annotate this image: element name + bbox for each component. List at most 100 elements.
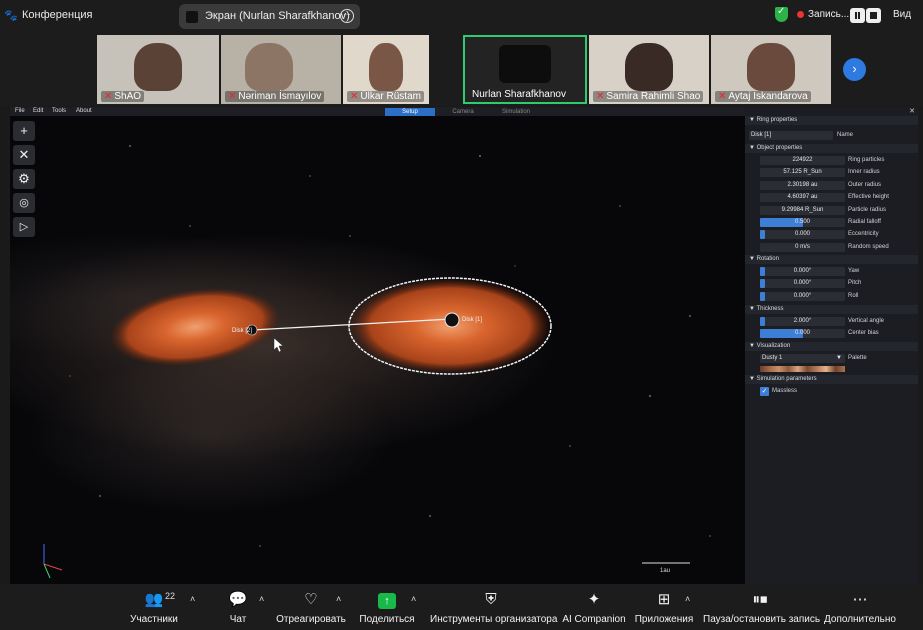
menu-tools[interactable]: Tools (52, 108, 66, 114)
object-property-value: 4.60397 au (787, 194, 818, 201)
pause-stop-recording-button[interactable]: ⏸⏹ Пауза/остановить запись (703, 590, 820, 626)
play-simulation-button[interactable]: ▷ (13, 217, 35, 237)
share-label: Поделиться (359, 614, 415, 625)
rotation-property-value: 0.000° (793, 280, 812, 287)
pause-recording-button[interactable] (850, 8, 865, 23)
muted-mic-icon: ✕ (350, 91, 359, 102)
thickness-property-label: Center bias (848, 330, 879, 337)
menu-about[interactable]: About (76, 108, 92, 114)
massless-checkbox[interactable]: ✓ (760, 387, 769, 396)
participant-video (498, 45, 552, 83)
object-property-field[interactable]: 0.500 (760, 218, 845, 227)
apps-caret-icon[interactable]: ˄ (685, 594, 690, 604)
panel-title: ▼ Ring properties (745, 116, 918, 125)
more-options-icon[interactable]: ··· (340, 9, 354, 23)
participant-tile[interactable]: ✕ ShAO (97, 35, 219, 104)
chat-caret-icon[interactable]: ˄ (259, 594, 264, 604)
sparkle-icon: ✦ (587, 591, 601, 608)
screen-share-indicator[interactable]: Экран (Nurlan Sharafkhanov) ··· (179, 4, 360, 29)
object-property-label: Eccentricity (848, 231, 879, 238)
participant-tile[interactable]: ✕ Samira Rahimli Shao (589, 35, 709, 104)
react-label: Отреагировать (276, 614, 346, 625)
participant-name: ✕ Nəriman İsmayılov (225, 91, 325, 102)
next-page-arrow-icon[interactable]: › (843, 58, 866, 81)
view-menu[interactable]: Вид (893, 9, 911, 20)
object-property-field[interactable]: 57.125 R_Sun (760, 168, 845, 178)
object-property-value: 0.500 (794, 219, 810, 225)
participants-count: 22 (165, 591, 176, 601)
palette-select[interactable]: Dusty 1 ▼ (760, 354, 845, 363)
ai-companion-button[interactable]: ✦ AI Companion (562, 590, 626, 626)
mouse-cursor-icon (273, 337, 284, 353)
section-rotation[interactable]: ▼ Rotation (745, 255, 918, 264)
object-property-label: Particle radius (848, 206, 887, 213)
object-name-field[interactable]: Disk [1] (749, 131, 833, 140)
screenshot-camera-icon[interactable]: ◎ (13, 193, 35, 213)
participant-name: ✕ Samira Rahimli Shao (593, 91, 704, 102)
section-thickness[interactable]: ▼ Thickness (745, 305, 918, 314)
meeting-title: Конференция (22, 9, 93, 21)
participants-caret-icon[interactable]: ˄ (190, 594, 195, 604)
dropdown-arrow-icon: ▼ (836, 355, 842, 361)
security-shield-icon (775, 6, 788, 22)
object-property-label: Outer radius (848, 181, 882, 188)
thickness-property-field[interactable]: 0.000 (760, 329, 845, 339)
thickness-property-field[interactable]: 2.000° (760, 317, 845, 326)
shield-icon: ⛨ (485, 591, 497, 608)
add-object-button[interactable]: + (13, 121, 35, 141)
object-property-field[interactable]: 4.60397 au (760, 193, 845, 203)
section-visualization[interactable]: ▼ Visualization (745, 342, 918, 351)
rotation-property-field[interactable]: 0.000° (760, 267, 845, 276)
share-caret-icon[interactable]: ˄ (411, 594, 416, 604)
participant-tile-active[interactable]: Nurlan Sharafkhanov (463, 35, 587, 104)
participant-video (245, 43, 293, 92)
participant-tile[interactable]: ✕ Ülkar Rüstam (343, 35, 429, 104)
panel-close-icon[interactable]: ✕ (909, 107, 915, 115)
react-caret-icon[interactable]: ˄ (336, 594, 341, 604)
rotation-property-field[interactable]: 0.000° (760, 279, 845, 289)
stop-recording-button[interactable] (866, 8, 881, 23)
palette-label: Palette (848, 355, 867, 361)
participant-gallery: ✕ ShAO ✕ Nəriman İsmayılov ✕ Ülkar Rüstam N… (0, 34, 923, 106)
object-property-label: Effective height (848, 194, 889, 201)
object-property-value: 9.29984 R_Sun (781, 206, 824, 213)
object-property-value: 0 m/s (795, 243, 810, 250)
muted-mic-icon: ✕ (596, 91, 605, 102)
disk-2[interactable] (106, 279, 285, 376)
shared-screen: File Edit Tools About Setup Camera Simul… (10, 107, 918, 584)
host-tools-button[interactable]: ⛨ Инструменты организатора (430, 590, 557, 626)
chat-label: Чат (229, 614, 247, 625)
participant-tile[interactable]: ✕ Aytaj Iskandarova (711, 35, 831, 104)
chat-button[interactable]: 💬 Чат (222, 590, 254, 626)
object-property-field[interactable]: 224922 (760, 156, 845, 165)
rotation-property-value: 0.000° (793, 292, 812, 299)
object-property-field[interactable]: 0.000 (760, 230, 845, 240)
rotation-property-field[interactable]: 0.000° (760, 291, 845, 301)
more-label: Дополнительно (824, 614, 896, 625)
palette-preview (760, 366, 845, 372)
object-property-value: 57.125 R_Sun (783, 169, 822, 176)
axis-gizmo-icon (43, 544, 63, 579)
participant-video (625, 43, 673, 92)
section-object-properties[interactable]: ▼ Object properties (745, 144, 918, 153)
object-property-field[interactable]: 9.29984 R_Sun (760, 205, 845, 215)
menu-file[interactable]: File (15, 108, 25, 114)
menu-edit[interactable]: Edit (33, 108, 43, 114)
simulation-viewport[interactable]: Disk [1] Disk [2] 1au + ✕ ⚙ ◎ ▷ (10, 116, 745, 584)
more-button[interactable]: ⋯ Дополнительно (824, 590, 896, 626)
chat-icon: 💬 (228, 591, 248, 608)
delete-object-button[interactable]: ✕ (13, 145, 35, 165)
object-property-field[interactable]: 0 m/s (760, 242, 845, 252)
object-property-field[interactable]: 2.30198 au (760, 180, 845, 190)
rotation-property-slider-fill (760, 279, 766, 289)
section-simulation-parameters[interactable]: ▼ Simulation parameters (745, 375, 918, 384)
thickness-property-label: Vertical angle (848, 318, 885, 324)
rotation-property-value: 0.000° (793, 268, 812, 274)
share-screen-button[interactable]: ↑ Поделиться (357, 590, 417, 626)
meeting-topbar: 🐾 Конференция Экран (Nurlan Sharafkhanov… (0, 0, 923, 34)
settings-gear-icon[interactable]: ⚙ (13, 169, 35, 189)
participant-name: Nurlan Sharafkhanov (472, 89, 566, 100)
participant-tile[interactable]: ✕ Nəriman İsmayılov (221, 35, 341, 104)
muted-mic-icon: ✕ (718, 91, 727, 102)
object-property-label: Random speed (848, 243, 889, 250)
